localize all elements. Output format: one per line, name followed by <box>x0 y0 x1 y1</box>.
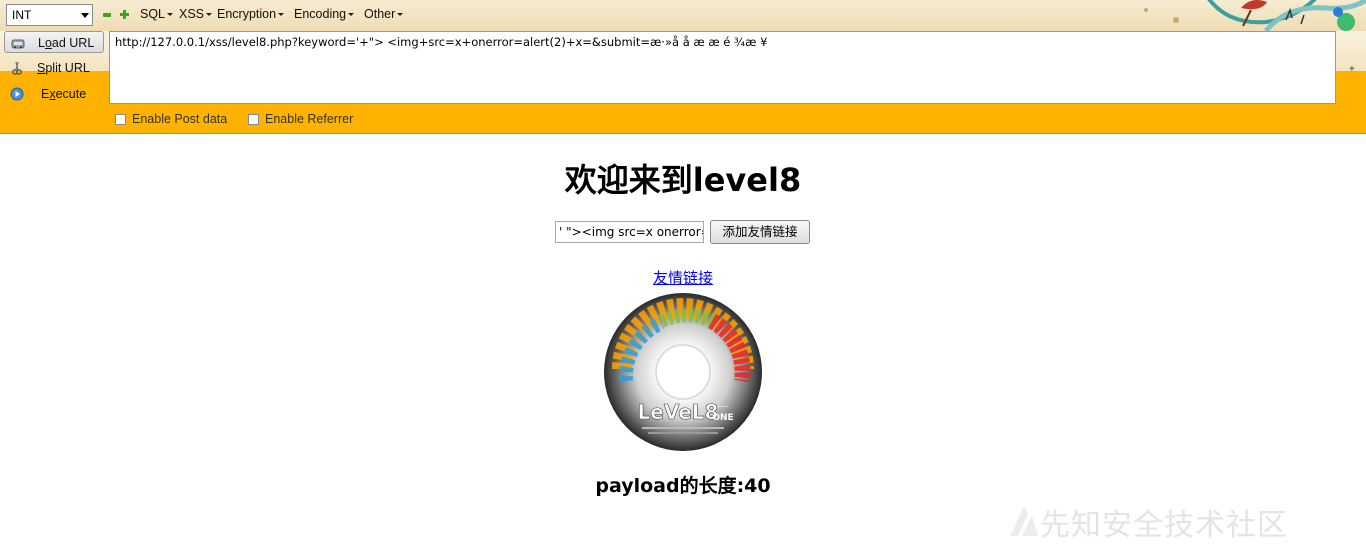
payload-length-text: payload的长度:40 <box>595 475 771 497</box>
level8-disc-image: LeVeL8 一一 ONE <box>604 293 762 451</box>
caret-down-icon <box>397 13 404 16</box>
page-title: 欢迎来到level8 <box>564 161 802 199</box>
enable-referrer-label: Enable Referrer <box>265 112 354 126</box>
disc-small-text: 一一 <box>717 404 729 411</box>
caret-down-icon <box>348 13 355 16</box>
caret-down-icon <box>278 13 285 16</box>
menu-sql[interactable]: SQL <box>140 7 174 21</box>
int-type-select[interactable]: INT <box>6 4 93 26</box>
friend-link[interactable]: 友情链接 <box>653 269 713 287</box>
play-icon <box>10 87 24 101</box>
menu-encoding[interactable]: Encoding <box>294 7 355 21</box>
enable-post-data-option[interactable]: Enable Post data <box>115 112 227 126</box>
hackbar-toolbar: INT SQL XSS Encryption Encoding Other Lo… <box>0 0 1366 134</box>
zoom-out-icon[interactable] <box>103 13 111 17</box>
load-url-icon <box>11 39 25 49</box>
watermark-logo-icon <box>1010 506 1038 536</box>
menu-xss[interactable]: XSS <box>179 7 213 21</box>
decorative-banner-icon <box>1144 0 1366 31</box>
menu-encryption[interactable]: Encryption <box>217 7 285 21</box>
add-friend-link-button[interactable]: 添加友情链接 <box>710 220 810 244</box>
enable-post-data-checkbox[interactable] <box>115 114 126 125</box>
menu-other-label: Other <box>364 7 396 21</box>
enable-referrer-option[interactable]: Enable Referrer <box>248 112 353 126</box>
enable-post-data-label: Enable Post data <box>132 112 228 126</box>
menu-other[interactable]: Other <box>364 7 404 21</box>
execute-button[interactable]: Execute <box>4 83 104 105</box>
menu-sql-label: SQL <box>140 7 166 21</box>
zoom-in-icon[interactable] <box>120 10 129 19</box>
expand-plus-icon[interactable]: + <box>1349 64 1355 75</box>
execute-label: Execute <box>41 87 87 101</box>
chevron-down-icon <box>81 13 89 18</box>
disc-title: LeVeL8 <box>638 400 719 424</box>
int-type-select-value: INT <box>12 8 32 22</box>
split-url-label: Split URL <box>37 61 90 75</box>
caret-down-icon <box>206 13 213 16</box>
keyword-input[interactable]: ' "><img src=x onerror= <box>555 221 704 243</box>
menu-xss-label: XSS <box>179 7 205 21</box>
url-textarea[interactable]: http://127.0.0.1/xss/level8.php?keyword=… <box>109 31 1336 104</box>
disc-one-text: ONE <box>712 413 733 423</box>
split-url-button[interactable]: Split URL <box>4 57 104 79</box>
enable-referrer-checkbox[interactable] <box>248 114 259 125</box>
watermark-text: 先知安全技术社区 <box>1040 508 1288 543</box>
friend-link-row: 友情链接 <box>0 267 1366 288</box>
load-url-button[interactable]: Load URL <box>4 31 104 53</box>
menu-encryption-label: Encryption <box>217 7 277 21</box>
menu-encoding-label: Encoding <box>294 7 347 21</box>
scissors-icon <box>12 61 22 75</box>
load-url-label: Load URL <box>38 36 95 50</box>
caret-down-icon <box>167 13 174 16</box>
